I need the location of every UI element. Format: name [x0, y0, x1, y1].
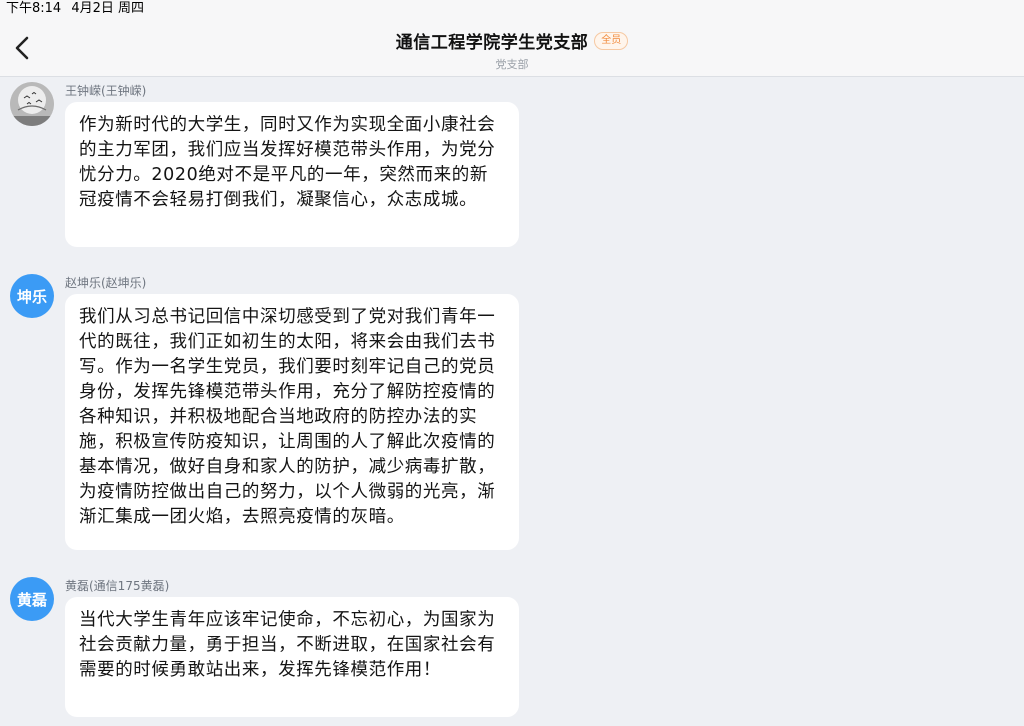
chat-message-list[interactable]: 王钟嵘(王钟嵘) 作为新时代的大学生，同时又作为实现全面小康社会的主力军团，我们… — [0, 78, 1024, 726]
message-bubble[interactable]: 作为新时代的大学生，同时又作为实现全面小康社会的主力军团，我们应当发挥好模范带头… — [65, 102, 519, 247]
birds-in-sky-photo-icon — [10, 82, 54, 126]
message-sender: 王钟嵘(王钟嵘) — [65, 84, 147, 98]
avatar[interactable]: 黄磊 — [10, 577, 54, 621]
chat-header: 通信工程学院学生党支部 全员 党支部 — [0, 20, 1024, 77]
status-bar: 下午8:14 4月2日 周四 — [0, 0, 1024, 20]
header-title-area: 通信工程学院学生党支部 全员 党支部 — [0, 28, 1024, 72]
member-badge: 全员 — [594, 31, 629, 50]
status-time: 下午8:14 — [6, 1, 62, 16]
message-sender: 黄磊(通信175黄磊) — [65, 579, 170, 593]
message-bubble[interactable]: 当代大学生青年应该牢记使命，不忘初心，为国家为社会贡献力量，勇于担当，不断进取，… — [65, 597, 519, 717]
page-title[interactable]: 通信工程学院学生党支部 — [396, 28, 589, 53]
avatar[interactable]: 坤乐 — [10, 274, 54, 318]
message-sender: 赵坤乐(赵坤乐) — [65, 276, 147, 290]
status-date: 4月2日 周四 — [71, 1, 145, 16]
avatar[interactable] — [10, 82, 54, 126]
page-subtitle: 党支部 — [495, 58, 529, 71]
message-bubble[interactable]: 我们从习总书记回信中深切感受到了党对我们青年一代的既往，我们正如初生的太阳，将来… — [65, 294, 519, 550]
